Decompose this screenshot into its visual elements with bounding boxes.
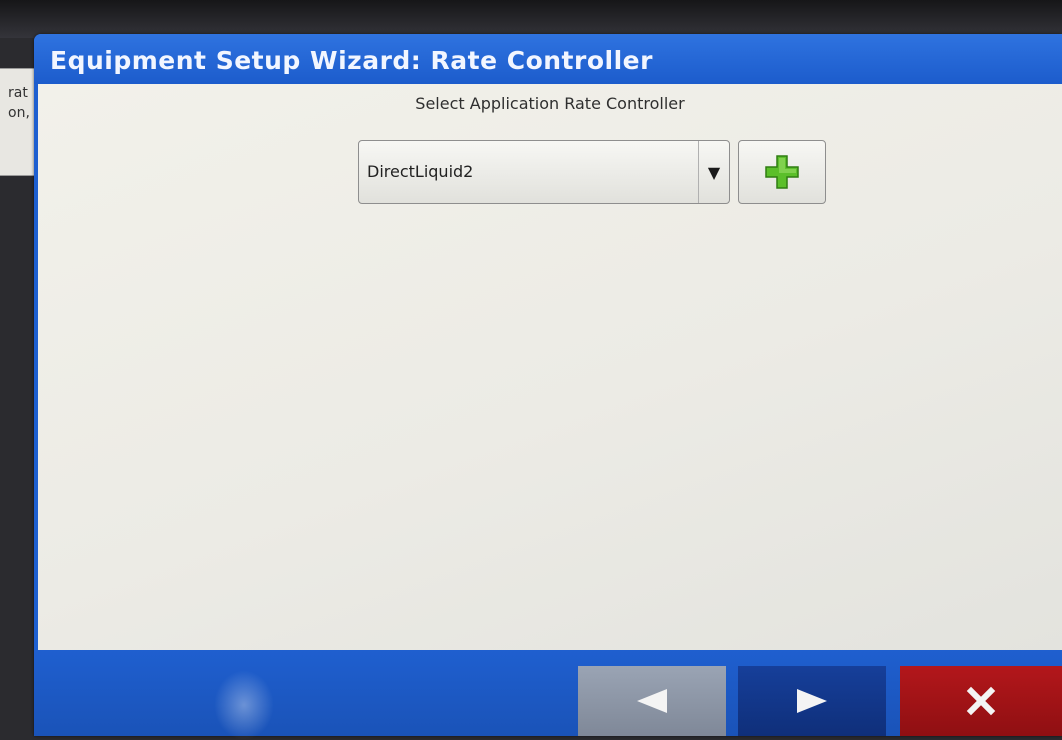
add-rate-controller-button[interactable] (738, 140, 826, 204)
wizard-navigation-bar (34, 650, 1062, 740)
arrow-left-icon (635, 687, 669, 715)
photo-background (0, 0, 1062, 38)
chevron-down-icon[interactable]: ▼ (698, 141, 729, 203)
title-bar: Equipment Setup Wizard: Rate Controller (34, 34, 1062, 84)
select-instruction: Select Application Rate Controller (415, 94, 685, 113)
wizard-content: Select Application Rate Controller Direc… (38, 84, 1062, 650)
back-button[interactable] (578, 666, 726, 736)
plus-icon (763, 153, 801, 191)
arrow-right-icon (795, 687, 829, 715)
rate-controller-selected-value: DirectLiquid2 (367, 162, 474, 181)
cancel-button[interactable] (900, 666, 1062, 736)
screen-glare (214, 670, 274, 740)
next-button[interactable] (738, 666, 886, 736)
equipment-setup-wizard-dialog: Equipment Setup Wizard: Rate Controller … (34, 34, 1062, 740)
background-window-text: on, (8, 105, 30, 121)
dialog-title: Equipment Setup Wizard: Rate Controller (50, 46, 653, 75)
background-window-text: rat (8, 85, 28, 101)
close-icon (966, 686, 996, 716)
rate-controller-select[interactable]: DirectLiquid2 ▼ (358, 140, 730, 204)
